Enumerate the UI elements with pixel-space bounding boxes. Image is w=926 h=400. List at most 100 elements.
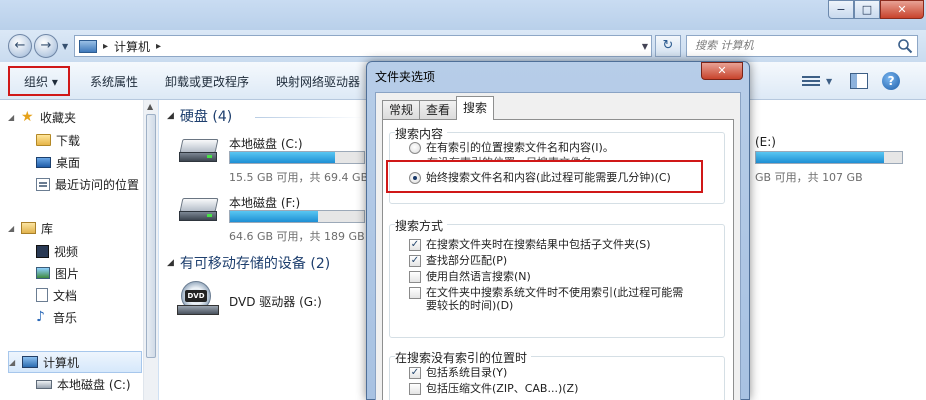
- pictures-icon: [36, 267, 50, 279]
- capacity-bar: [755, 151, 903, 164]
- system-properties-button[interactable]: 系统属性: [90, 73, 138, 90]
- computer-icon: [22, 356, 38, 368]
- expand-arrow-icon[interactable]: ◢: [8, 113, 16, 122]
- nav-computer[interactable]: ◢ 计算机: [8, 351, 142, 373]
- checkbox-system-dirs[interactable]: ✓ 包括系统目录(Y): [409, 366, 507, 379]
- checkbox-checked[interactable]: ✓: [409, 239, 421, 251]
- uninstall-program-button[interactable]: 卸载或更改程序: [165, 73, 249, 90]
- tab-view[interactable]: 查看: [419, 100, 458, 120]
- nav-documents[interactable]: 文档: [36, 284, 77, 306]
- removable-group-header[interactable]: ◢ 有可移动存储的设备 (2): [167, 253, 330, 273]
- nav-desktop[interactable]: 桌面: [36, 151, 80, 173]
- view-controls: ▼ ?: [800, 71, 901, 91]
- path-separator-icon[interactable]: ▸: [156, 41, 161, 52]
- nav-label: 图片: [55, 266, 80, 281]
- checkbox-checked[interactable]: ✓: [409, 255, 421, 267]
- nav-scrollbar[interactable]: ▲: [143, 100, 158, 400]
- nav-label: 文档: [53, 288, 78, 303]
- nav-pictures[interactable]: 图片: [36, 262, 79, 284]
- search-icon[interactable]: [897, 38, 913, 54]
- view-dropdown-icon[interactable]: ▼: [826, 77, 832, 86]
- music-icon: ♪: [36, 309, 45, 325]
- drive-dvd[interactable]: DVD DVD 驱动器 (G:): [177, 281, 367, 321]
- checkbox-checked[interactable]: ✓: [409, 367, 421, 379]
- close-button[interactable]: ✕: [880, 0, 924, 19]
- nav-downloads[interactable]: 下载: [36, 129, 80, 151]
- nav-local-disk-c[interactable]: 本地磁盘 (C:): [36, 373, 131, 395]
- drive-f[interactable]: 本地磁盘 (F:) 64.6 GB 可用，共 189 GB: [177, 194, 367, 244]
- hard-drive-icon: [177, 135, 223, 167]
- change-view-icon[interactable]: [800, 71, 822, 91]
- group-title: 有可移动存储的设备 (2): [179, 256, 331, 272]
- option-highlight: [386, 160, 703, 193]
- recent-pages-dropdown[interactable]: ▼: [62, 42, 68, 51]
- breadcrumb-computer[interactable]: 计算机: [114, 38, 150, 55]
- desktop-icon: [36, 156, 51, 168]
- option-label-line: 要较长的时间)(D): [426, 299, 514, 312]
- drive-name: (E:): [755, 135, 776, 149]
- group-title: 在搜索没有索引的位置时: [395, 349, 532, 366]
- checkbox[interactable]: [409, 383, 421, 395]
- preview-pane-icon[interactable]: [850, 73, 869, 89]
- dvd-drive-icon: DVD: [177, 281, 223, 315]
- tab-search[interactable]: 搜索: [456, 96, 495, 120]
- dialog-title: 文件夹选项: [375, 70, 436, 84]
- drive-icon: [36, 379, 52, 389]
- dialog-tabs: 常规 查看 搜索: [382, 96, 495, 120]
- search-input[interactable]: 搜索 计算机: [686, 35, 918, 57]
- nav-videos[interactable]: 视频: [36, 240, 78, 262]
- checkbox-natural-language[interactable]: 使用自然语言搜索(N): [409, 270, 531, 283]
- collapse-arrow-icon[interactable]: ◢: [167, 258, 174, 268]
- expand-arrow-icon[interactable]: ◢: [8, 224, 16, 233]
- navigation-pane: ◢ ★ 收藏夹 下载 桌面 最近访问的位置 ◢ 库 视频 图片 文档 ♪ 音乐 …: [0, 100, 158, 400]
- nav-music[interactable]: ♪ 音乐: [36, 306, 77, 328]
- refresh-button[interactable]: ↻: [655, 35, 681, 57]
- drive-name: 本地磁盘 (C:): [229, 137, 303, 151]
- capacity-bar: [229, 210, 365, 223]
- back-button[interactable]: ←: [8, 34, 32, 58]
- checkbox-subfolders[interactable]: ✓ 在搜索文件夹时在搜索结果中包括子文件夹(S): [409, 238, 651, 251]
- drive-e[interactable]: (E:) GB 可用，共 107 GB: [755, 135, 915, 185]
- checkbox-partial-match[interactable]: ✓ 查找部分匹配(P): [409, 254, 507, 267]
- map-network-drive-button[interactable]: 映射网络驱动器: [276, 73, 360, 90]
- option-label: 使用自然语言搜索(N): [426, 270, 531, 283]
- expand-arrow-icon[interactable]: ◢: [9, 358, 17, 367]
- nav-favorites[interactable]: ◢ ★ 收藏夹: [8, 106, 76, 128]
- nav-label: 收藏夹: [40, 110, 77, 125]
- downloads-folder-icon: [36, 134, 51, 146]
- libraries-icon: [21, 222, 36, 234]
- collapse-arrow-icon[interactable]: ◢: [167, 111, 174, 121]
- address-field[interactable]: ▸ 计算机 ▸ ▼: [74, 35, 652, 57]
- drive-name: 本地磁盘 (F:): [229, 196, 301, 210]
- checkbox[interactable]: [409, 287, 421, 299]
- address-dropdown-icon[interactable]: ▼: [642, 42, 648, 51]
- drive-c[interactable]: 本地磁盘 (C:) 15.5 GB 可用，共 69.4 GB: [177, 135, 368, 185]
- tab-general[interactable]: 常规: [382, 100, 421, 120]
- scrollbar-thumb[interactable]: [146, 114, 156, 358]
- group-title: 搜索方式: [395, 217, 448, 234]
- nav-label: 音乐: [53, 310, 78, 325]
- video-icon: [36, 244, 49, 258]
- path-separator-icon[interactable]: ▸: [103, 41, 108, 52]
- radio-indexed-option[interactable]: 在有索引的位置搜索文件名和内容(I)。: [409, 141, 614, 154]
- help-icon[interactable]: ?: [882, 72, 901, 90]
- radio-button[interactable]: [409, 142, 421, 154]
- hard-disks-group-header[interactable]: ◢ 硬盘 (4): [167, 106, 232, 126]
- checkbox[interactable]: [409, 271, 421, 283]
- checkbox-compressed[interactable]: 包括压缩文件(ZIP、CAB...)(Z): [409, 382, 578, 395]
- drive-free-space: GB 可用，共 107 GB: [755, 171, 863, 184]
- nav-libraries[interactable]: ◢ 库: [8, 217, 53, 239]
- checkbox-no-index[interactable]: 在文件夹中搜索系统文件时不使用索引(此过程可能需 要较长的时间)(D): [409, 286, 683, 312]
- option-label: 包括系统目录(Y): [426, 366, 508, 379]
- forward-button[interactable]: →: [34, 34, 58, 58]
- maximize-button[interactable]: □: [854, 0, 880, 19]
- scroll-up-icon[interactable]: ▲: [147, 102, 153, 111]
- drive-name: DVD 驱动器 (G:): [229, 295, 322, 309]
- nav-recent-places[interactable]: 最近访问的位置: [36, 173, 139, 195]
- option-label-line: 在文件夹中搜索系统文件时不使用索引(此过程可能需: [426, 286, 684, 299]
- minimize-button[interactable]: −: [828, 0, 854, 19]
- nav-label: 最近访问的位置: [55, 177, 140, 192]
- option-label: 查找部分匹配(P): [426, 254, 508, 267]
- organize-button[interactable]: 组织 ▾: [24, 73, 58, 90]
- dialog-close-button[interactable]: ✕: [701, 62, 743, 80]
